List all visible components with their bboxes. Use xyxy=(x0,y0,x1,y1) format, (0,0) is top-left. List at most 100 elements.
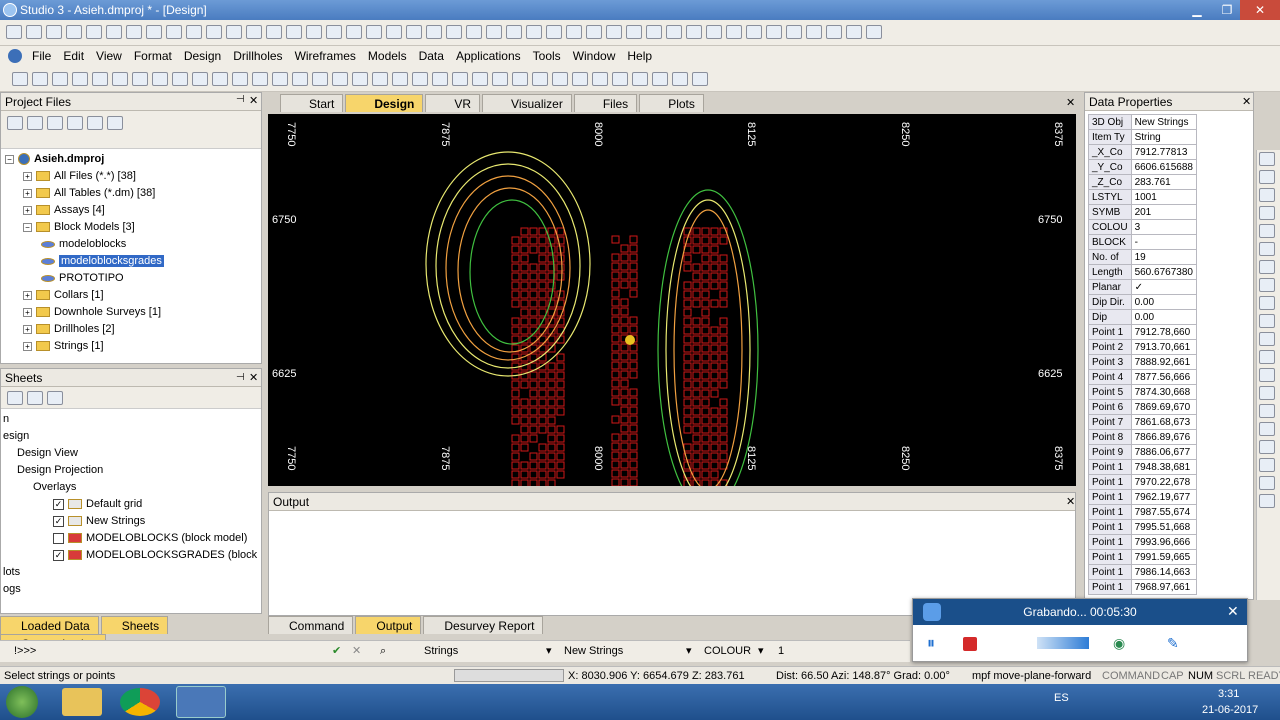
new-strings-select[interactable]: New Strings xyxy=(564,641,623,661)
arrow-tool-icon[interactable] xyxy=(1259,440,1275,454)
draw-tool-icon[interactable] xyxy=(572,72,588,86)
sheet-tree-item[interactable]: ✓ Default grid xyxy=(3,496,259,513)
view-tool-icon[interactable] xyxy=(266,25,282,39)
webcam-icon[interactable]: ◉ xyxy=(1113,635,1125,652)
volume-icon[interactable] xyxy=(1037,637,1089,649)
menu-drillholes[interactable]: Drillholes xyxy=(227,46,288,66)
arrow-tool-icon[interactable] xyxy=(1259,458,1275,472)
sheet-tree-item[interactable]: MODELOBLOCKS (block model) xyxy=(3,530,259,547)
dropdown-arrow-icon[interactable]: ▾ xyxy=(686,641,692,661)
menu-edit[interactable]: Edit xyxy=(57,46,90,66)
property-value[interactable]: 7874.30,668 xyxy=(1131,385,1196,400)
property-row[interactable]: Point 4 7877.56,666 xyxy=(1089,370,1197,385)
data-properties-close-icon[interactable]: ✕ xyxy=(1242,95,1251,108)
property-row[interactable]: SYMB 201 xyxy=(1089,205,1197,220)
draw-tool-icon[interactable] xyxy=(212,72,228,86)
draw-tool-icon[interactable] xyxy=(152,72,168,86)
property-row[interactable]: Point 7 7861.68,673 xyxy=(1089,415,1197,430)
search-icon[interactable]: ⌕ xyxy=(380,641,386,661)
draw-tool-icon[interactable] xyxy=(12,72,28,86)
edit-tool-icon[interactable] xyxy=(546,25,562,39)
menu-window[interactable]: Window xyxy=(567,46,622,66)
draw-tool-icon[interactable] xyxy=(32,72,48,86)
property-value[interactable]: 560.6767380 xyxy=(1131,265,1196,280)
pan-tool-icon[interactable] xyxy=(1259,242,1275,256)
draw-tool-icon[interactable] xyxy=(192,72,208,86)
arrow-tool-icon[interactable] xyxy=(1259,314,1275,328)
dropdown-arrow-icon[interactable]: ▾ xyxy=(758,641,764,661)
property-value[interactable]: 7888.92,661 xyxy=(1131,355,1196,370)
draw-tool-icon[interactable] xyxy=(652,72,668,86)
overlay-checkbox[interactable]: ✓ xyxy=(53,516,64,527)
edit-tool-icon[interactable] xyxy=(586,25,602,39)
expand-icon[interactable]: − xyxy=(23,223,32,232)
tab-loaded-data[interactable]: Loaded Data xyxy=(0,616,99,634)
zoom-tool-icon[interactable] xyxy=(1259,206,1275,220)
sheets-tool-icon[interactable] xyxy=(47,391,63,405)
expand-icon[interactable]: − xyxy=(5,155,14,164)
language-indicator[interactable]: ES xyxy=(1054,692,1069,704)
tab-vr[interactable]: VR xyxy=(425,94,480,112)
command-confirm-icon[interactable]: ✔ xyxy=(332,641,341,661)
draw-tool-icon[interactable] xyxy=(252,72,268,86)
property-value[interactable]: 7968.97,661 xyxy=(1131,580,1196,595)
property-value[interactable]: 3 xyxy=(1131,220,1196,235)
expand-icon[interactable]: + xyxy=(23,172,32,181)
property-row[interactable]: Point 1 7991.59,665 xyxy=(1089,550,1197,565)
sheet-tree-item[interactable]: Overlays xyxy=(3,479,259,496)
menu-file[interactable]: File xyxy=(26,46,57,66)
layout-icon[interactable] xyxy=(766,25,782,39)
property-row[interactable]: Point 1 7970.22,678 xyxy=(1089,475,1197,490)
project-tree-item[interactable]: + Assays [4] xyxy=(5,202,257,219)
arrow-tool-icon[interactable] xyxy=(1259,494,1275,508)
maximize-button[interactable]: ❐ xyxy=(1210,0,1244,20)
edit-tool-icon[interactable] xyxy=(506,25,522,39)
sheets-pin-icon[interactable]: ⊣ xyxy=(236,372,245,383)
zoom-tool-icon[interactable] xyxy=(1259,170,1275,184)
select-tool-icon[interactable] xyxy=(686,25,702,39)
property-row[interactable]: COLOU 3 xyxy=(1089,220,1197,235)
property-value[interactable]: 7991.59,665 xyxy=(1131,550,1196,565)
property-row[interactable]: Point 1 7993.96,666 xyxy=(1089,535,1197,550)
property-row[interactable]: 3D Obj New Strings xyxy=(1089,115,1197,130)
draw-tool-icon[interactable] xyxy=(632,72,648,86)
point-tool-icon[interactable] xyxy=(386,25,402,39)
sheet-tree-item[interactable]: Design View xyxy=(3,445,259,462)
draw-tool-icon[interactable] xyxy=(512,72,528,86)
menu-format[interactable]: Format xyxy=(128,46,178,66)
property-row[interactable]: BLOCK - xyxy=(1089,235,1197,250)
property-value[interactable]: 7869.69,670 xyxy=(1131,400,1196,415)
point-tool-icon[interactable] xyxy=(446,25,462,39)
edit-tool-icon[interactable] xyxy=(486,25,502,39)
draw-tool-icon[interactable] xyxy=(612,72,628,86)
select-tool-icon[interactable] xyxy=(626,25,642,39)
property-row[interactable]: Point 1 7986.14,663 xyxy=(1089,565,1197,580)
draw-tool-icon[interactable] xyxy=(672,72,688,86)
project-tree-item[interactable]: + Collars [1] xyxy=(5,287,257,304)
draw-tool-icon[interactable] xyxy=(312,72,328,86)
sheets-close-icon[interactable]: ✕ xyxy=(249,371,258,384)
arrow-tool-icon[interactable] xyxy=(1259,404,1275,418)
pen-icon[interactable]: ✎ xyxy=(1167,635,1179,652)
string-tool-icon[interactable] xyxy=(206,25,222,39)
project-tree-item[interactable]: + Downhole Surveys [1] xyxy=(5,304,257,321)
property-value[interactable]: 283.761 xyxy=(1131,175,1196,190)
tab-output[interactable]: Output xyxy=(355,616,421,634)
draw-tool-icon[interactable] xyxy=(92,72,108,86)
property-row[interactable]: Point 1 7912.78,660 xyxy=(1089,325,1197,340)
property-value[interactable]: 7970.22,678 xyxy=(1131,475,1196,490)
menu-tools[interactable]: Tools xyxy=(527,46,567,66)
property-row[interactable]: Point 8 7866.89,676 xyxy=(1089,430,1197,445)
draw-tool-icon[interactable] xyxy=(292,72,308,86)
select-tool-icon[interactable] xyxy=(646,25,662,39)
explorer-taskbar-icon[interactable] xyxy=(62,688,102,716)
project-tree-item[interactable]: − Block Models [3] xyxy=(5,219,257,236)
sheet-tree-item[interactable]: n xyxy=(3,411,259,428)
view-tool-icon[interactable] xyxy=(306,25,322,39)
colour-value[interactable]: 1 xyxy=(778,641,784,661)
property-row[interactable]: Planar ✓ xyxy=(1089,280,1197,295)
property-value[interactable]: 7962.19,677 xyxy=(1131,490,1196,505)
draw-tool-icon[interactable] xyxy=(352,72,368,86)
property-row[interactable]: LSTYL 1001 xyxy=(1089,190,1197,205)
draw-tool-icon[interactable] xyxy=(132,72,148,86)
